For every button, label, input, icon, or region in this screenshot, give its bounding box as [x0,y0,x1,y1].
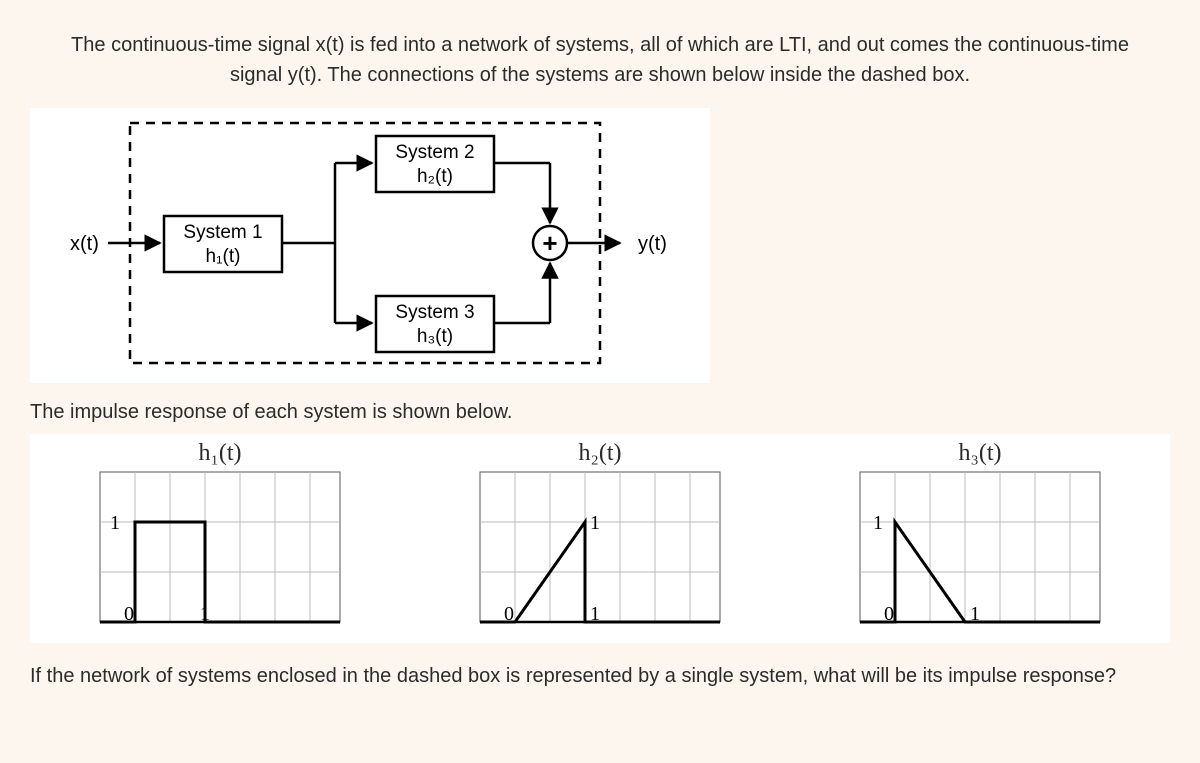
plot-h3-y1: 1 [873,512,883,534]
plot-h1-title: h₁(t) [40,440,400,467]
plot-h1-x1: 1 [200,603,210,625]
input-label: x(t) [70,233,99,255]
plot-h3-title: h₃(t) [800,440,1160,467]
sum-symbol: + [542,228,557,258]
plot-h1-svg: 0 1 1 [80,467,360,632]
problem-statement: The continuous-time signal x(t) is fed i… [30,30,1170,90]
plot-h2-frame [480,472,720,622]
plot-h2-x1: 1 [590,603,600,625]
plot-h3-svg: 0 1 1 [840,467,1120,632]
plot-h1: h₁(t) 0 1 1 [40,440,400,637]
plot-h2-x0: 0 [504,603,514,625]
plot-h3: h₃(t) 0 1 1 [800,440,1160,637]
plot-h2-y1: 1 [590,512,600,534]
impulse-response-plots: h₁(t) 0 1 1 h₂(t [30,434,1170,643]
prompt-line-2: signal y(t). The connections of the syst… [230,64,970,86]
system-1-func: h₁(t) [206,246,241,267]
plot-h2: h₂(t) 0 1 1 [420,440,780,637]
system-3-name: System 3 [395,302,474,323]
block-diagram-svg: x(t) System 1 h₁(t) System 2 h₂(t) Syste… [60,118,680,368]
impulse-response-caption: The impulse response of each system is s… [30,401,1170,424]
system-2-func: h₂(t) [417,166,453,187]
plot-h2-title: h₂(t) [420,440,780,467]
plot-h1-x0: 0 [124,603,134,625]
question-text: If the network of systems enclosed in th… [30,665,1170,688]
plot-h2-svg: 0 1 1 [460,467,740,632]
block-diagram-panel: x(t) System 1 h₁(t) System 2 h₂(t) Syste… [30,108,710,383]
plot-h3-x0: 0 [884,603,894,625]
system-3-func: h₃(t) [417,326,453,347]
system-2-name: System 2 [395,142,474,163]
prompt-line-1: The continuous-time signal x(t) is fed i… [71,34,1129,56]
plot-h1-y1: 1 [110,512,120,534]
output-label: y(t) [638,233,667,255]
system-1-name: System 1 [183,222,262,243]
plot-h3-x1: 1 [970,603,980,625]
